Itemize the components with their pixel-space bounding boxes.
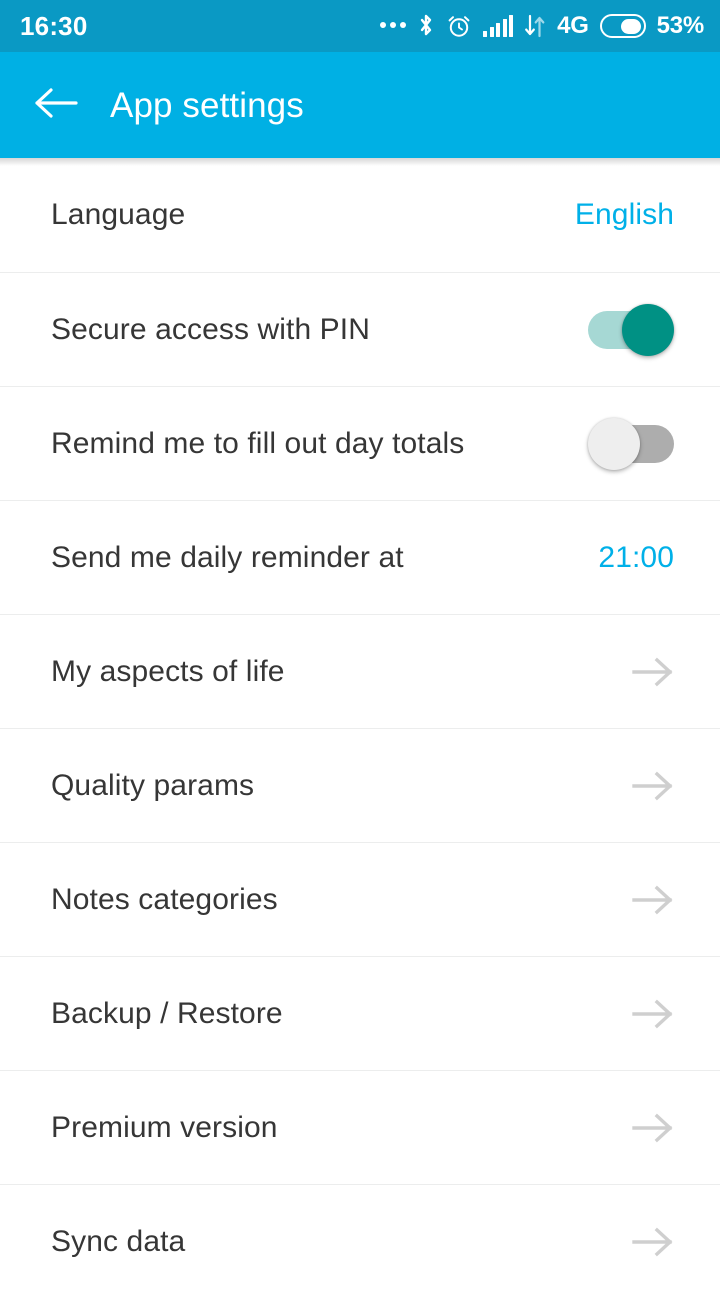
remind-day-totals-toggle[interactable] bbox=[588, 418, 674, 470]
back-button[interactable] bbox=[28, 77, 84, 133]
app-bar: App settings bbox=[0, 52, 720, 158]
secure-access-toggle[interactable] bbox=[588, 304, 674, 356]
network-type-label: 4G bbox=[557, 14, 588, 38]
settings-row-my-aspects-of-life[interactable]: My aspects of life bbox=[0, 614, 720, 728]
alarm-clock-icon bbox=[446, 13, 472, 39]
settings-row-backup-restore[interactable]: Backup / Restore bbox=[0, 956, 720, 1070]
row-label: Notes categories bbox=[51, 885, 630, 915]
right-arrow-icon bbox=[630, 1106, 674, 1150]
settings-row-daily-reminder-time[interactable]: Send me daily reminder at 21:00 bbox=[0, 500, 720, 614]
row-label: Send me daily reminder at bbox=[51, 543, 598, 573]
row-label: Premium version bbox=[51, 1113, 630, 1143]
toggle-thumb bbox=[622, 304, 674, 356]
status-bar-icons: 4G 53% bbox=[380, 13, 704, 39]
language-value: English bbox=[575, 200, 674, 230]
back-arrow-icon bbox=[34, 86, 78, 125]
right-arrow-icon bbox=[630, 1220, 674, 1264]
settings-row-remind-day-totals[interactable]: Remind me to fill out day totals bbox=[0, 386, 720, 500]
row-label: Quality params bbox=[51, 771, 630, 801]
settings-list: Language English Secure access with PIN … bbox=[0, 158, 720, 1298]
settings-row-language[interactable]: Language English bbox=[0, 158, 720, 272]
row-label: My aspects of life bbox=[51, 657, 630, 687]
settings-row-quality-params[interactable]: Quality params bbox=[0, 728, 720, 842]
settings-row-premium-version[interactable]: Premium version bbox=[0, 1070, 720, 1184]
page-title: App settings bbox=[110, 88, 304, 123]
status-bar-clock: 16:30 bbox=[20, 13, 88, 39]
row-label: Sync data bbox=[51, 1227, 630, 1257]
bluetooth-icon bbox=[417, 13, 435, 39]
signal-bars-icon bbox=[483, 15, 513, 37]
row-label: Secure access with PIN bbox=[51, 315, 588, 345]
row-label: Language bbox=[51, 200, 575, 230]
data-transfer-icon bbox=[524, 14, 546, 38]
daily-reminder-time-value: 21:00 bbox=[598, 543, 674, 573]
settings-row-notes-categories[interactable]: Notes categories bbox=[0, 842, 720, 956]
more-dots-icon bbox=[380, 22, 406, 31]
status-bar: 16:30 4G bbox=[0, 0, 720, 52]
settings-row-sync-data[interactable]: Sync data bbox=[0, 1184, 720, 1298]
right-arrow-icon bbox=[630, 650, 674, 694]
right-arrow-icon bbox=[630, 764, 674, 808]
toggle-thumb bbox=[588, 418, 640, 470]
battery-percent-label: 53% bbox=[657, 14, 704, 38]
row-label: Backup / Restore bbox=[51, 999, 630, 1029]
row-label: Remind me to fill out day totals bbox=[51, 429, 588, 459]
battery-icon bbox=[600, 14, 646, 38]
right-arrow-icon bbox=[630, 878, 674, 922]
right-arrow-icon bbox=[630, 992, 674, 1036]
settings-row-secure-access-with-pin[interactable]: Secure access with PIN bbox=[0, 272, 720, 386]
